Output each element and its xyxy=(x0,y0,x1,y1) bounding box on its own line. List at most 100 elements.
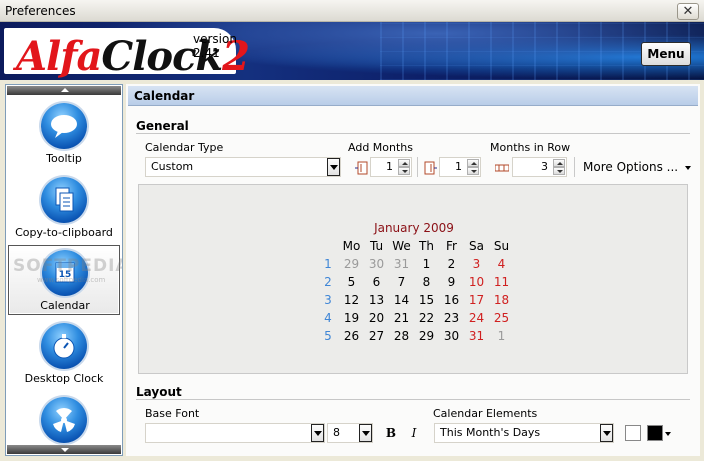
calendar-day: 1 xyxy=(422,257,431,271)
calendar-day: 29 xyxy=(418,329,435,343)
calendar-day: 19 xyxy=(343,311,360,325)
calendar-elements-select[interactable]: This Month's Days xyxy=(434,423,614,443)
calendar-type-select[interactable]: Custom xyxy=(145,157,341,177)
day-header: Sa xyxy=(469,239,484,253)
chevron-down-icon[interactable] xyxy=(665,432,671,436)
chevron-down-icon[interactable] xyxy=(311,424,324,442)
layout-divider xyxy=(136,399,690,400)
decrement-button[interactable] xyxy=(467,167,479,175)
category-sidebar: Tooltip Copy-to-clipboard 15 SOFTPEDIA w… xyxy=(5,84,123,456)
text-color-swatch[interactable] xyxy=(647,425,663,441)
calendar-elements-label: Calendar Elements xyxy=(433,407,538,420)
calendar-day: 31 xyxy=(393,257,410,271)
decrement-button[interactable] xyxy=(553,167,565,175)
day-header: Mo xyxy=(342,239,361,253)
chevron-down-icon[interactable] xyxy=(600,424,613,442)
week-number: 5 xyxy=(324,329,332,343)
calendar-day: 16 xyxy=(443,293,460,307)
increment-button[interactable] xyxy=(553,159,565,167)
speech-bubble-icon xyxy=(41,103,87,149)
italic-button[interactable]: I xyxy=(405,424,423,442)
calendar-day: 15 xyxy=(418,293,435,307)
settings-panel: Calendar General Calendar Type Custom Ad… xyxy=(126,84,700,456)
more-options-button[interactable]: More Options ... xyxy=(583,160,691,174)
calendar-day: 24 xyxy=(468,311,485,325)
calendar-day: 11 xyxy=(493,275,510,289)
add-months-before-stepper[interactable]: 1 xyxy=(370,157,412,177)
sidebar-item-calendar[interactable]: 15 SOFTPEDIA www.softpedia.com Calendar xyxy=(8,245,123,315)
app-banner: AlfaClock2 version 2.41 Menu xyxy=(0,22,704,80)
watermark-url: www.softpedia.com xyxy=(37,276,106,284)
sidebar-scroll-up-button[interactable] xyxy=(7,86,121,95)
week-number: 2 xyxy=(324,275,332,289)
week-number: 3 xyxy=(324,293,332,307)
arrow-down-icon xyxy=(61,448,69,452)
close-icon: ✕ xyxy=(682,4,694,19)
sidebar-item-desktop-clock[interactable]: Desktop Clock xyxy=(8,319,120,389)
sidebar-item-label: Calendar xyxy=(40,299,90,312)
day-header: Tu xyxy=(369,239,384,253)
decrement-button[interactable] xyxy=(398,167,410,175)
calendar-day: 17 xyxy=(468,293,485,307)
window-title: Preferences xyxy=(5,4,76,18)
add-months-after-stepper[interactable]: 1 xyxy=(439,157,481,177)
sidebar-item-tooltip[interactable]: Tooltip xyxy=(8,99,120,169)
calendar-day: 21 xyxy=(393,311,410,325)
calendar-day: 22 xyxy=(418,311,435,325)
version-label: version 2.41 xyxy=(193,32,237,60)
divider xyxy=(574,157,575,177)
calendar-week-row: 5 26 27 28 29 30 31 1 xyxy=(317,327,514,345)
calendar-day: 26 xyxy=(343,329,360,343)
arrow-up-icon xyxy=(61,88,69,92)
day-header: Th xyxy=(419,239,434,253)
sidebar-scroll-down-button[interactable] xyxy=(7,445,121,454)
increment-button[interactable] xyxy=(467,159,479,167)
chevron-down-icon[interactable] xyxy=(327,158,340,176)
add-months-label: Add Months xyxy=(348,141,414,154)
bold-button[interactable]: B xyxy=(382,424,400,442)
calendar-type-value: Custom xyxy=(151,160,194,173)
calendar-day: 29 xyxy=(343,257,360,271)
week-number: 1 xyxy=(324,257,332,271)
logo-area: AlfaClock2 version 2.41 xyxy=(4,28,250,79)
add-months-after-icon xyxy=(424,161,437,175)
sidebar-item-label: Copy-to-clipboard xyxy=(15,226,113,239)
sidebar-item-label: Tooltip xyxy=(46,152,82,165)
calendar-day: 25 xyxy=(493,311,510,325)
calendar-grid: Mo Tu We Th Fr Sa Su 1 29 30 31 1 2 3 4 … xyxy=(317,237,514,345)
day-header: We xyxy=(392,239,411,253)
week-number: 4 xyxy=(324,311,332,325)
general-section-title: General xyxy=(136,119,189,133)
menu-button[interactable]: Menu xyxy=(641,42,691,66)
base-font-select[interactable] xyxy=(145,423,325,443)
close-button[interactable]: ✕ xyxy=(677,3,699,20)
watermark: SOFTPEDIA xyxy=(13,256,123,276)
calendar-preview: January 2009 Mo Tu We Th Fr Sa Su 1 29 3… xyxy=(138,184,688,374)
radiation-icon xyxy=(41,397,87,443)
calendar-day: 7 xyxy=(397,275,406,289)
calendar-day: 3 xyxy=(472,257,481,271)
add-months-before-icon xyxy=(355,161,368,175)
font-size-select[interactable]: 8 xyxy=(327,423,373,443)
add-months-before-value: 1 xyxy=(386,160,393,173)
calendar-day: 28 xyxy=(393,329,410,343)
months-in-row-value: 3 xyxy=(541,160,548,173)
months-in-row-label: Months in Row xyxy=(490,141,571,154)
calendar-day: 2 xyxy=(447,257,456,271)
calendar-week-row: 4 19 20 21 22 23 24 25 xyxy=(317,309,514,327)
calendar-day: 8 xyxy=(422,275,431,289)
calendar-elements-value: This Month's Days xyxy=(440,426,541,439)
increment-button[interactable] xyxy=(398,159,410,167)
calendar-day: 14 xyxy=(393,293,410,307)
months-in-row-stepper[interactable]: 3 xyxy=(512,157,567,177)
chevron-down-icon xyxy=(684,165,691,170)
sidebar-item-copy-to-clipboard[interactable]: Copy-to-clipboard xyxy=(8,173,120,243)
title-bar: Preferences ✕ xyxy=(0,0,704,22)
calendar-day: 1 xyxy=(497,329,506,343)
calendar-header-row: Mo Tu We Th Fr Sa Su xyxy=(317,237,514,255)
font-size-value: 8 xyxy=(333,426,340,439)
background-color-swatch[interactable] xyxy=(625,425,641,441)
base-font-label: Base Font xyxy=(145,407,200,420)
chevron-down-icon[interactable] xyxy=(359,424,372,442)
calendar-day: 20 xyxy=(368,311,385,325)
